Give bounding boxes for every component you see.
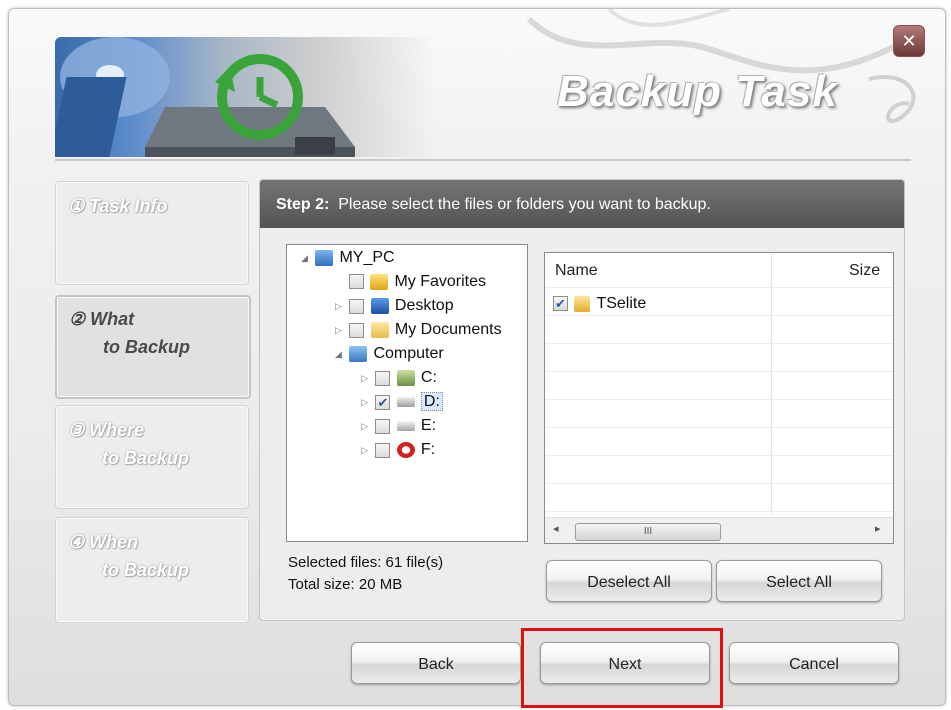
pc-icon [315, 250, 334, 266]
back-button[interactable]: Back [351, 642, 521, 684]
folder-icon [574, 295, 591, 312]
tree-item-my-documents[interactable]: ▷ My Documents [335, 319, 502, 341]
checkbox[interactable] [349, 322, 365, 338]
step-number: ① [68, 196, 85, 216]
checkbox[interactable] [375, 418, 391, 434]
page-title: Backup Task [557, 67, 838, 116]
cancel-button[interactable]: Cancel [729, 642, 899, 684]
tree-item-my-favorites[interactable]: My Favorites [349, 271, 486, 293]
step-subtitle: to Backup [102, 560, 190, 580]
step-subtitle: to Backup [102, 448, 190, 468]
tree-item-computer[interactable]: ◢ Computer [335, 343, 444, 365]
tree-item-desktop[interactable]: ▷ Desktop [335, 295, 454, 317]
desktop-icon [370, 298, 389, 314]
tree-item-drive-e[interactable]: ▷ E: [361, 415, 436, 437]
expand-arrow-icon[interactable]: ▷ [335, 319, 345, 341]
header-divider [55, 159, 911, 161]
file-row-tselite[interactable]: TSelite [553, 293, 646, 315]
folder-tree[interactable]: ◢ MY_PC My Favorites ▷ Desktop ▷ My Docu… [286, 244, 528, 542]
checkbox-checked[interactable] [375, 392, 391, 414]
header: Backup Task ✕ [9, 9, 945, 159]
scroll-left-icon[interactable]: ◂ [553, 522, 559, 535]
expand-arrow-icon[interactable]: ▷ [361, 391, 371, 413]
deselect-all-button[interactable]: Deselect All [546, 560, 712, 602]
computer-icon [349, 346, 368, 362]
column-header-size[interactable]: Size [849, 253, 881, 287]
close-icon[interactable]: ✕ [893, 25, 925, 57]
step-number: ③ [68, 420, 85, 440]
scroll-right-icon[interactable]: ▸ [875, 522, 881, 535]
step-where-to-backup[interactable]: ③ Where to Backup [55, 405, 249, 509]
checkbox-checked[interactable] [553, 293, 568, 315]
system-drive-icon [396, 370, 415, 386]
expand-arrow-icon[interactable]: ◢ [301, 247, 311, 269]
scroll-thumb[interactable]: III [575, 523, 721, 541]
step-number: ② [69, 309, 86, 329]
step-prefix: Step 2: [276, 196, 330, 213]
documents-folder-icon [370, 322, 389, 338]
expand-arrow-icon[interactable]: ▷ [361, 415, 371, 437]
instruction-text: Please select the files or folders you w… [338, 196, 711, 213]
select-all-button[interactable]: Select All [716, 560, 882, 602]
backup-hard-drive-icon [55, 37, 355, 157]
expand-arrow-icon[interactable]: ◢ [335, 343, 345, 365]
backup-banner-image [55, 37, 435, 157]
backup-task-window: Backup Task ✕ ① Task Info ② What to Back… [8, 8, 946, 706]
step-subtitle: to Backup [103, 337, 191, 357]
special-drive-icon [396, 442, 415, 458]
expand-arrow-icon[interactable]: ▷ [361, 367, 371, 389]
tree-item-my-pc[interactable]: ◢ MY_PC [301, 247, 395, 269]
removable-drive-icon [396, 421, 415, 431]
tree-item-drive-c[interactable]: ▷ C: [361, 367, 437, 389]
step-when-to-backup[interactable]: ④ When to Backup [55, 517, 249, 623]
checkbox[interactable] [375, 370, 391, 386]
column-header-name[interactable]: Name [555, 253, 598, 287]
file-selection-panel: Step 2: Please select the files or folde… [259, 179, 905, 621]
horizontal-scrollbar[interactable]: ◂ III ▸ [545, 517, 893, 543]
file-list[interactable]: Name Size TSelite ◂ III ▸ [544, 252, 894, 544]
checkbox[interactable] [349, 298, 365, 314]
step-what-to-backup[interactable]: ② What to Backup [55, 295, 251, 399]
checkbox[interactable] [375, 442, 391, 458]
expand-arrow-icon[interactable]: ▷ [361, 439, 371, 461]
tree-item-drive-d[interactable]: ▷ D: [361, 391, 443, 414]
tree-item-drive-f[interactable]: ▷ F: [361, 439, 435, 461]
hard-drive-icon [396, 397, 415, 407]
checkbox[interactable] [349, 274, 364, 290]
step-title: What [90, 309, 135, 329]
expand-arrow-icon[interactable]: ▷ [335, 295, 345, 317]
total-size: Total size: 20 MB [288, 576, 403, 593]
step-title: Where [89, 420, 145, 440]
next-button-highlight [521, 628, 723, 708]
step-number: ④ [68, 532, 85, 552]
step-title: Task Info [89, 196, 168, 216]
step-task-info[interactable]: ① Task Info [55, 181, 249, 285]
panel-header: Step 2: Please select the files or folde… [260, 180, 904, 228]
step-title: When [89, 532, 139, 552]
star-folder-icon [370, 273, 389, 290]
selected-files-count: Selected files: 61 file(s) [288, 554, 444, 571]
